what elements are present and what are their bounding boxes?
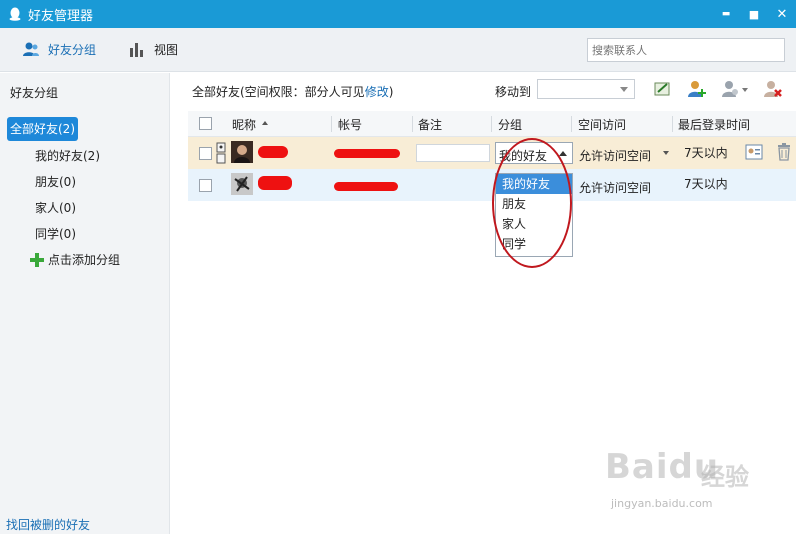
redacted-nickname [258,176,292,190]
redacted-nickname [258,146,288,158]
toolbar: 好友分组 视图 [0,28,796,72]
users-icon [23,42,39,56]
bar-chart-icon [130,43,143,57]
sidebar-item-friends[interactable]: 朋友(0) [35,173,76,190]
last-login-value: 7天以内 [684,146,728,160]
group-dropdown-list: 我的好友 朋友 家人 同学 [495,173,573,257]
select-all-checkbox[interactable] [199,117,212,130]
table-header: 昵称 帐号 备注 分组 空间访问 最后登录时间 [188,111,796,137]
baidu-watermark: Baidu 经验 jingyan.baidu.com [605,447,755,517]
privacy-close-paren: ) [388,85,394,99]
plus-icon [30,252,44,267]
col-nickname[interactable]: 昵称 [232,116,256,133]
table-row[interactable]: 我的好友 允许访问空间 7天以内 [188,137,796,169]
sidebar-item-family[interactable]: 家人(0) [35,199,76,216]
view-tab[interactable]: 视图 [128,40,178,58]
window-controls: ▬ ■ ✕ [712,0,796,28]
add-group-button[interactable]: 点击添加分组 [30,251,120,268]
friend-groups-tab[interactable]: 好友分组 [22,40,96,58]
friend-groups-label: 好友分组 [48,42,97,57]
sort-asc-icon [262,121,268,125]
group-option-my-friends[interactable]: 我的好友 [496,174,572,194]
col-account[interactable]: 帐号 [338,116,362,133]
move-to-select[interactable] [537,79,635,99]
friend-settings-icon[interactable] [721,79,749,99]
avatar[interactable] [231,141,253,163]
qq-penguin-icon [9,7,21,21]
trash-icon[interactable] [777,143,791,161]
privacy-info: 全部好友(空间权限：部分人可见修改) [192,83,393,100]
col-last-login[interactable]: 最后登录时间 [678,116,750,133]
table-row[interactable]: 允许访问空间 7天以内 [188,169,796,201]
move-to-label: 移动到 [495,85,532,99]
column-divider [412,116,413,132]
watermark-cn: 经验 [701,463,749,491]
group-select-value: 我的好友 [499,149,548,163]
add-friend-icon[interactable] [687,79,707,99]
view-label: 视图 [154,42,179,57]
maximize-button[interactable]: ■ [740,0,768,28]
recover-deleted-friends-link[interactable]: 找回被删的好友 [6,516,90,533]
minimize-button[interactable]: ▬ [712,0,740,28]
space-access-value[interactable]: 允许访问空间 [579,179,651,196]
column-divider [672,116,673,132]
sidebar-header: 好友分组 [10,86,59,100]
window-title: 好友管理器 [28,8,94,24]
column-divider [491,116,492,132]
group-select[interactable]: 我的好友 [495,142,573,164]
group-option-family[interactable]: 家人 [496,214,572,234]
group-option-friends[interactable]: 朋友 [496,194,572,214]
title-bar: 好友管理器 ▬ ■ ✕ [0,0,796,28]
redacted-account [334,182,398,191]
column-divider [571,116,572,132]
col-space-access[interactable]: 空间访问 [578,116,626,133]
phone-icon [216,142,226,164]
sidebar: 好友分组 全部好友(2) 我的好友(2) 朋友(0) 家人(0) 同学(0) 点… [0,73,170,534]
friends-table: 昵称 帐号 备注 分组 空间访问 最后登录时间 我的好友 允许访问空间 7天以内… [188,111,796,201]
watermark-url: jingyan.baidu.com [611,497,713,510]
group-option-classmates[interactable]: 同学 [496,234,572,254]
contact-card-icon[interactable] [745,144,763,160]
sidebar-item-classmates[interactable]: 同学(0) [35,225,76,242]
privacy-edit-link[interactable]: 修改 [365,85,389,99]
privacy-text: 全部好友(空间权限：部分人可见 [192,85,365,99]
column-divider [331,116,332,132]
add-group-label: 点击添加分组 [48,253,121,267]
row-checkbox[interactable] [199,179,212,192]
avatar[interactable] [231,173,253,195]
sidebar-item-all-friends[interactable]: 全部好友(2) [7,117,78,141]
delete-friend-icon[interactable] [763,79,783,99]
chevron-down-icon[interactable] [663,151,669,155]
col-group[interactable]: 分组 [498,116,522,133]
edit-card-icon[interactable] [653,79,673,99]
redacted-account [334,149,400,158]
chevron-down-icon [620,87,628,92]
space-access-value[interactable]: 允许访问空间 [579,147,651,164]
row-checkbox[interactable] [199,147,212,160]
sidebar-item-my-friends[interactable]: 我的好友(2) [35,147,100,164]
col-remark[interactable]: 备注 [418,116,442,133]
close-button[interactable]: ✕ [768,0,796,28]
chevron-up-icon [559,151,567,156]
search-box[interactable] [587,38,785,62]
last-login-value: 7天以内 [684,177,728,191]
remark-input[interactable] [416,144,490,162]
search-input[interactable] [588,39,784,61]
